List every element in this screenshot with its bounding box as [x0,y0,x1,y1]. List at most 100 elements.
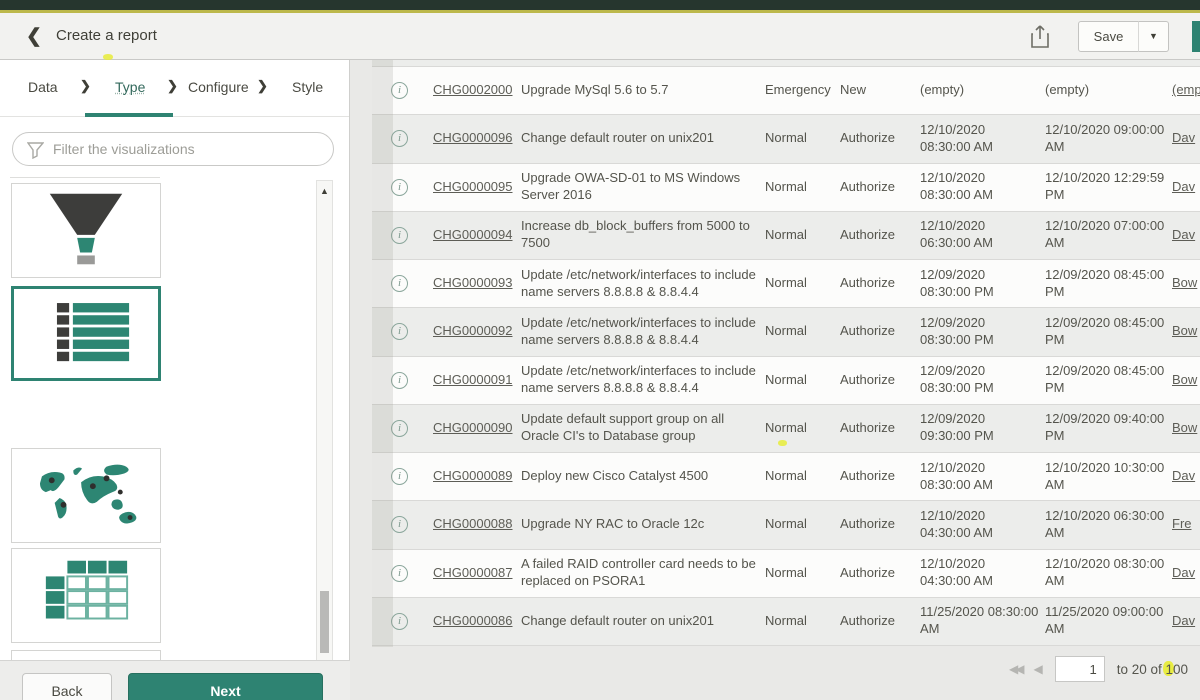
state: Authorize [840,179,920,196]
info-icon[interactable]: i [391,323,408,340]
short-description: Update /etc/network/interfaces to includ… [521,363,765,397]
chevron-down-icon: ▼ [1139,22,1168,51]
assigned-to-link[interactable]: Dav [1172,179,1195,194]
priority: Normal [765,130,840,147]
first-page-icon[interactable]: ◀◀ [1009,662,1021,676]
end-date: 12/10/2020 09:00:00 AM [1045,122,1172,156]
state: Authorize [840,323,920,340]
viz-thumb-map[interactable] [11,448,161,543]
assigned-to-link[interactable]: (empty) [1172,82,1200,97]
assigned-to-link[interactable]: Fre [1172,516,1192,531]
info-icon[interactable]: i [391,82,408,99]
wizard-breadcrumb: Data Type Configure Style [0,60,349,117]
share-icon[interactable] [1028,24,1052,50]
viz-thumb-pyramid[interactable] [11,650,161,660]
end-date: 11/25/2020 09:00:00 AM [1045,604,1172,638]
priority: Normal [765,275,840,292]
step-configure[interactable]: Configure [188,79,249,95]
previous-page-icon[interactable]: ◀ [1033,662,1042,676]
back-arrow-icon[interactable]: ❮ [20,23,48,51]
short-description: Change default router on unix201 [521,130,765,147]
wizard-footer: Back Next [0,660,350,700]
start-date: 12/10/2020 08:30:00 AM [920,170,1045,204]
step-data[interactable]: Data [28,79,58,95]
viz-thumb-funnel[interactable] [11,183,161,278]
info-icon[interactable]: i [391,372,408,389]
start-date: (empty) [920,82,1045,99]
assigned-to-link[interactable]: Dav [1172,468,1195,483]
table-row: i CHG0000095 Upgrade OWA-SD-01 to MS Win… [372,164,1200,212]
back-button[interactable]: Back [22,673,112,700]
table-row: i CHG0000093 Update /etc/network/interfa… [372,260,1200,308]
priority: Normal [765,420,840,437]
info-icon[interactable]: i [391,420,408,437]
record-number-link[interactable]: CHG0000087 [433,565,513,580]
record-number-link[interactable]: CHG0000086 [433,613,513,628]
assigned-to-link[interactable]: Bow [1172,420,1197,435]
step-style[interactable]: Style [292,79,323,95]
start-date: 11/25/2020 08:30:00 AM [920,604,1045,638]
record-number-link[interactable]: CHG0000088 [433,516,513,531]
record-number-link[interactable]: CHG0000096 [433,130,513,145]
start-date: 12/09/2020 09:30:00 PM [920,411,1045,445]
info-icon[interactable]: i [391,275,408,292]
step-type[interactable]: Type [115,79,145,95]
info-icon[interactable]: i [391,130,408,147]
state: Authorize [840,420,920,437]
end-date: 12/09/2020 08:45:00 PM [1045,315,1172,349]
info-icon[interactable]: i [391,227,408,244]
state: Authorize [840,130,920,147]
viz-scrollbar[interactable]: ▲ ▼ [316,180,333,700]
offscreen-primary-button[interactable] [1192,21,1200,52]
funnel-filter-icon [27,141,44,159]
info-icon[interactable]: i [391,613,408,630]
table-row: i CHG0000088 Upgrade NY RAC to Oracle 12… [372,501,1200,549]
priority: Emergency [765,82,840,99]
pagination: ◀◀ ◀ to 20 of 100 [1009,652,1188,686]
record-number-link[interactable]: CHG0000090 [433,420,513,435]
end-date: 12/10/2020 10:30:00 AM [1045,460,1172,494]
scrollbar-thumb[interactable] [320,591,329,653]
assigned-to-link[interactable]: Dav [1172,227,1195,242]
page-number-input[interactable] [1055,656,1105,682]
info-icon[interactable]: i [391,565,408,582]
end-date: 12/10/2020 08:30:00 AM [1045,556,1172,590]
short-description: Change default router on unix201 [521,613,765,630]
record-number-link[interactable]: CHG0000089 [433,468,513,483]
viz-thumb-heatmap[interactable] [11,548,161,643]
record-number-link[interactable]: CHG0000094 [433,227,513,242]
scroll-up-icon[interactable]: ▲ [317,183,332,199]
assigned-to-link[interactable]: Dav [1172,565,1195,580]
info-icon[interactable]: i [391,468,408,485]
priority: Normal [765,468,840,485]
assigned-to-link[interactable]: Bow [1172,275,1197,290]
assigned-to-link[interactable]: Dav [1172,130,1195,145]
record-number-link[interactable]: CHG0000091 [433,372,513,387]
record-number-link[interactable]: CHG0000092 [433,323,513,338]
assigned-to-link[interactable]: Dav [1172,613,1195,628]
record-number-link[interactable]: CHG0000095 [433,179,513,194]
world-map-icon [12,449,160,542]
priority: Normal [765,565,840,582]
info-icon[interactable]: i [391,516,408,533]
record-number-link[interactable]: CHG0000093 [433,275,513,290]
info-icon[interactable]: i [391,179,408,196]
page-title: Create a report [56,27,157,44]
state: Authorize [840,468,920,485]
record-number-link[interactable]: CHG0002000 [433,82,513,97]
assigned-to-link[interactable]: Bow [1172,323,1197,338]
assigned-to-link[interactable]: Bow [1172,372,1197,387]
short-description: Update /etc/network/interfaces to includ… [521,267,765,301]
viz-thumb-list[interactable] [11,286,161,381]
save-button[interactable]: Save [1078,21,1139,52]
filter-visualizations-input[interactable] [53,136,323,162]
priority: Normal [765,613,840,630]
state: Authorize [840,227,920,244]
next-button[interactable]: Next [128,673,323,700]
save-menu-button[interactable]: ▼ [1138,21,1169,52]
table-row: i CHG0000090 Update default support grou… [372,405,1200,453]
start-date: 12/10/2020 04:30:00 AM [920,508,1045,542]
heatmap-table-icon [12,549,160,642]
pyramid-chart-icon [12,651,160,660]
priority: Normal [765,323,840,340]
